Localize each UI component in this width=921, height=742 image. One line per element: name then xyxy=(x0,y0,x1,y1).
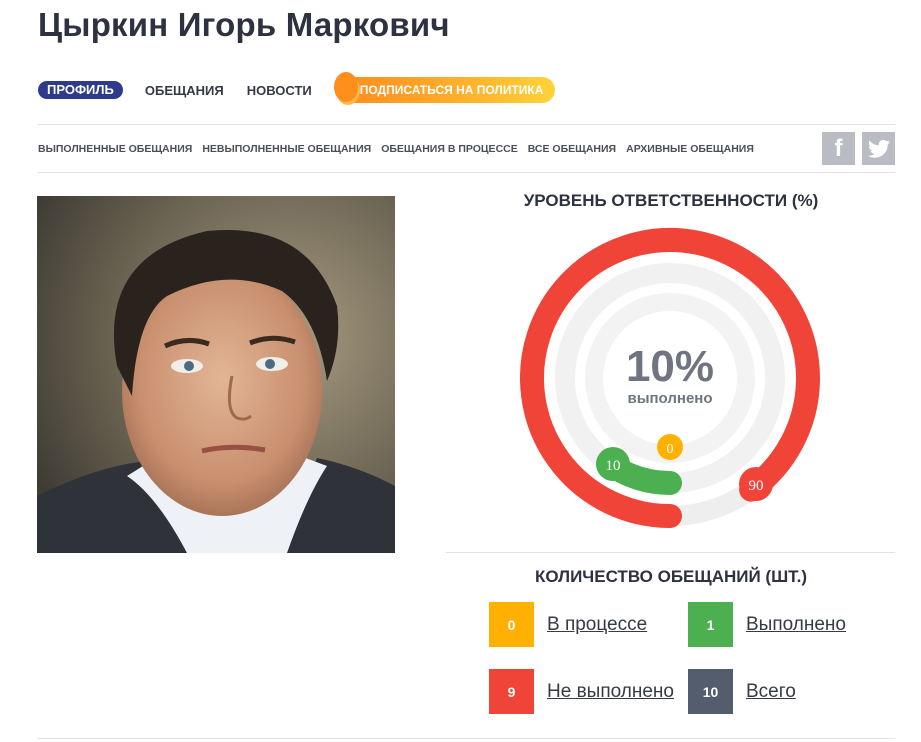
page-title: Цыркин Игорь Маркович xyxy=(38,6,450,43)
responsibility-percent: 10% xyxy=(626,342,714,391)
filter-completed[interactable]: ВЫПОЛНЕННЫЕ ОБЕЩАНИЯ xyxy=(38,143,192,155)
stat-not-completed-link[interactable]: Не выполнено xyxy=(547,681,674,703)
facebook-icon: f xyxy=(834,134,843,162)
portrait-image xyxy=(37,196,395,553)
tab-promises[interactable]: ОБЕЩАНИЯ xyxy=(145,83,224,98)
stat-completed-value: 1 xyxy=(688,602,733,647)
stat-not-completed: 9 Не выполнено xyxy=(489,669,674,714)
divider xyxy=(38,172,895,173)
count-title: КОЛИЧЕСТВО ОБЕЩАНИЙ (ШТ.) xyxy=(534,567,808,586)
in-progress-value: 0 xyxy=(667,442,674,457)
completed-value: 10 xyxy=(606,458,621,474)
stat-in-progress-link[interactable]: В процессе xyxy=(547,614,647,636)
promise-filters: ВЫПОЛНЕННЫЕ ОБЕЩАНИЯ НЕВЫПОЛНЕННЫЕ ОБЕЩА… xyxy=(38,143,764,155)
not-completed-marker: 90 xyxy=(739,467,773,501)
subscribe-icon xyxy=(333,72,358,102)
in-progress-marker: 0 xyxy=(657,434,683,460)
main-nav: ПРОФИЛЬ ОБЕЩАНИЯ НОВОСТИ ПОДПИСАТЬСЯ НА … xyxy=(38,72,556,106)
filter-all[interactable]: ВСЕ ОБЕЩАНИЯ xyxy=(528,143,616,155)
stat-not-completed-value: 9 xyxy=(489,669,534,714)
stat-total-value: 10 xyxy=(688,669,733,714)
filter-in-progress[interactable]: ОБЕЩАНИЯ В ПРОЦЕССЕ xyxy=(381,143,518,155)
twitter-icon xyxy=(867,139,890,158)
twitter-button[interactable] xyxy=(862,132,895,165)
tab-news[interactable]: НОВОСТИ xyxy=(247,83,312,98)
responsibility-donut-chart: 90 10 0 10% выполнено xyxy=(520,228,820,528)
completed-marker: 10 xyxy=(596,447,630,481)
filter-not-completed[interactable]: НЕВЫПОЛНЕННЫЕ ОБЕЩАНИЯ xyxy=(202,143,371,155)
facebook-button[interactable]: f xyxy=(822,132,855,165)
divider xyxy=(38,124,895,125)
stat-total-link[interactable]: Всего xyxy=(746,681,796,703)
politician-photo xyxy=(37,196,395,553)
tab-profile[interactable]: ПРОФИЛЬ xyxy=(38,81,123,99)
stat-in-progress-value: 0 xyxy=(489,602,534,647)
subscribe-label: ПОДПИСАТЬСЯ НА ПОЛИТИКА xyxy=(359,83,544,97)
responsibility-title: УРОВЕНЬ ОТВЕТСТВЕННОСТИ (%) xyxy=(523,191,819,210)
stat-in-progress: 0 В процессе xyxy=(489,602,647,647)
stat-completed-link[interactable]: Выполнено xyxy=(746,614,846,636)
stat-total: 10 Всего xyxy=(688,669,796,714)
filter-archive[interactable]: АРХИВНЫЕ ОБЕЩАНИЯ xyxy=(626,143,754,155)
responsibility-caption: выполнено xyxy=(627,390,712,407)
divider xyxy=(38,738,895,739)
divider xyxy=(446,552,895,553)
not-completed-value: 90 xyxy=(749,478,764,494)
subscribe-button[interactable]: ПОДПИСАТЬСЯ НА ПОЛИТИКА xyxy=(333,72,556,103)
stat-completed: 1 Выполнено xyxy=(688,602,846,647)
